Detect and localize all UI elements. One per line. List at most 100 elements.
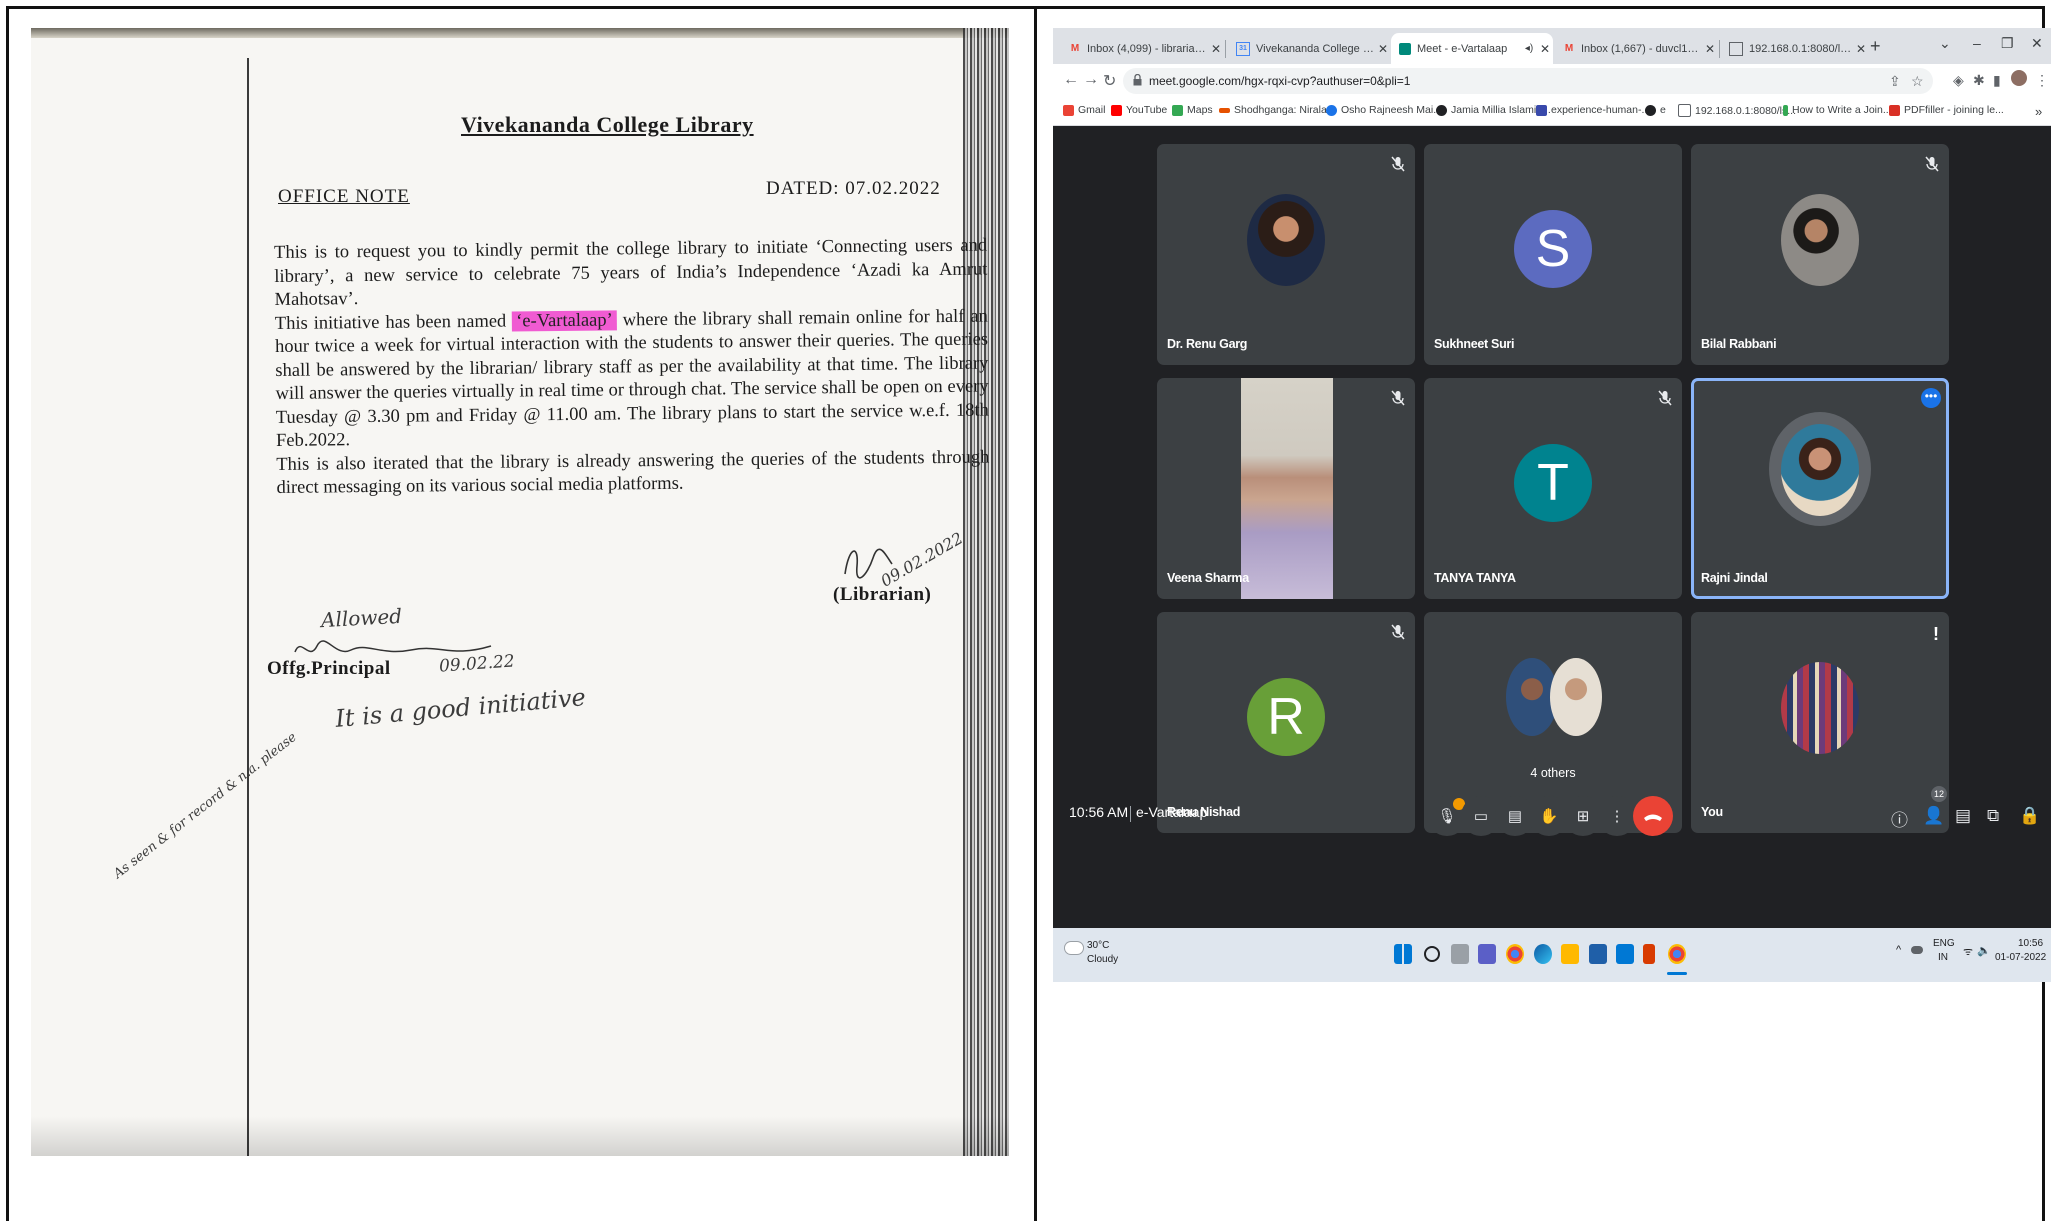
margin-handwritten-note: As seen & for record & n.a. please xyxy=(111,729,300,882)
bookmark-item[interactable]: Gmail xyxy=(1063,104,1105,116)
bookmark-item[interactable]: Jamia Millia Islamia... xyxy=(1436,104,1551,116)
osho-icon xyxy=(1326,104,1337,116)
weather-description: Cloudy xyxy=(1087,954,1119,965)
info-icon[interactable]: ⓘ xyxy=(1891,806,1908,831)
participant-video xyxy=(1241,378,1333,599)
bookmark-label: YouTube xyxy=(1126,104,1168,116)
office-icon[interactable] xyxy=(1643,944,1655,964)
participant-tile[interactable]: S Sukhneet Suri xyxy=(1424,144,1682,365)
onedrive-icon[interactable] xyxy=(1911,946,1923,954)
participant-tile[interactable]: Veena Sharma xyxy=(1157,378,1415,599)
minimize-button[interactable]: – xyxy=(1973,35,1981,51)
tab-title: Vivekananda College - Calendar xyxy=(1256,42,1375,55)
participant-tile[interactable]: Dr. Renu Garg xyxy=(1157,144,1415,365)
forward-icon[interactable]: → xyxy=(1083,71,1099,89)
tab-strip: M Inbox (4,099) - librarian@viveka ✕ 31 … xyxy=(1053,28,2051,64)
activities-icon[interactable]: ⧉ xyxy=(1987,806,1999,826)
reload-icon[interactable]: ↻ xyxy=(1103,71,1116,91)
bookmark-label: Osho Rajneesh Mai... xyxy=(1341,104,1442,116)
bookmark-item[interactable]: 192.168.0.1:8080/ls... xyxy=(1678,104,1796,117)
more-options-button[interactable]: ⋮ xyxy=(1597,796,1637,836)
audio-playing-icon[interactable]: ◂) xyxy=(1521,43,1537,54)
calendar-icon: 31 xyxy=(1236,41,1250,56)
panel-divider xyxy=(1034,6,1037,1221)
more-options-icon[interactable]: ••• xyxy=(1921,388,1941,408)
edge-icon[interactable] xyxy=(1534,944,1552,964)
mail-icon[interactable] xyxy=(1616,944,1634,964)
participant-initial: T xyxy=(1514,444,1592,522)
tray-overflow-icon[interactable]: ^ xyxy=(1896,944,1901,956)
menu-icon[interactable]: ⋮ xyxy=(2035,72,2049,89)
principal-label: Offg.Principal xyxy=(267,658,391,679)
bookmark-label: Maps xyxy=(1187,104,1213,116)
chat-icon[interactable]: ▤ xyxy=(1955,806,1971,826)
wifi-icon[interactable]: ᯤ xyxy=(1963,944,1973,959)
extension-icon[interactable]: ◈ xyxy=(1953,72,1964,89)
share-icon[interactable]: ⇪ xyxy=(1889,73,1901,90)
bookmark-item[interactable]: experience-human-... xyxy=(1536,104,1650,116)
profile-avatar[interactable] xyxy=(2011,70,2027,86)
bookmark-label: Shodhganga: Nirala... xyxy=(1234,104,1336,116)
people-icon[interactable]: 👤 xyxy=(1923,806,1944,826)
puzzle-icon[interactable]: ✱ xyxy=(1973,72,1985,89)
bookmark-label: Gmail xyxy=(1078,104,1106,116)
task-view-icon[interactable] xyxy=(1451,944,1469,964)
search-icon[interactable] xyxy=(1424,946,1440,962)
tab-lsease[interactable]: 192.168.0.1:8080/lsease/logout ✕ xyxy=(1721,33,1869,64)
note-title: Vivekananda College Library xyxy=(461,112,754,137)
address-bar[interactable]: meet.google.com/hgx-rqxi-cvp?authuser=0&… xyxy=(1123,68,1933,94)
participant-tile[interactable]: Bilal Rabbani xyxy=(1691,144,1949,365)
more-bookmarks-icon[interactable]: » xyxy=(2035,104,2042,119)
clock-date[interactable]: 01-07-2022 xyxy=(1995,952,2046,963)
teams-icon[interactable] xyxy=(1478,944,1496,964)
bookmark-item[interactable]: YouTube xyxy=(1111,104,1167,116)
close-icon[interactable]: ✕ xyxy=(1537,42,1553,56)
participant-tile[interactable]: T TANYA TANYA xyxy=(1424,378,1682,599)
region-indicator: IN xyxy=(1938,952,1948,963)
write-icon xyxy=(1783,104,1788,116)
start-button[interactable] xyxy=(1394,944,1412,964)
bookmark-item[interactable]: PDFfiller - joining le... xyxy=(1889,104,2004,116)
close-icon[interactable]: ✕ xyxy=(1208,42,1224,56)
participant-name: Rajni Jindal xyxy=(1701,571,1768,585)
margin-line xyxy=(247,58,249,1156)
store-icon[interactable] xyxy=(1589,944,1607,964)
windows-taskbar: 30°C Cloudy ^ ENG IN ᯤ 🔈 10:56 01-07-202… xyxy=(1053,928,2051,982)
bookmark-star-icon[interactable]: ☆ xyxy=(1911,73,1924,90)
end-call-button[interactable] xyxy=(1633,796,1673,836)
tab-title: 192.168.0.1:8080/lsease/logout xyxy=(1749,42,1853,55)
back-icon[interactable]: ← xyxy=(1063,71,1079,89)
bookmark-item[interactable]: How to Write a Join... xyxy=(1783,104,1892,116)
clock-time[interactable]: 10:56 xyxy=(2018,938,2043,949)
tab-gmail-duvcl[interactable]: M Inbox (1,667) - duvcl13@gmail ✕ xyxy=(1555,33,1718,64)
host-controls-icon[interactable]: 🔒 xyxy=(2019,806,2040,826)
volume-icon[interactable]: 🔈 xyxy=(1977,944,1991,957)
browser-toolbar: ← → ↻ meet.google.com/hgx-rqxi-cvp?authu… xyxy=(1053,64,2051,97)
tab-search-icon[interactable]: ⌄ xyxy=(1939,35,1951,52)
file-explorer-icon[interactable] xyxy=(1561,944,1579,964)
participant-name: Dr. Renu Garg xyxy=(1167,337,1248,351)
chrome-active-icon[interactable] xyxy=(1668,944,1686,964)
tab-calendar[interactable]: 31 Vivekananda College - Calendar ✕ xyxy=(1228,33,1391,64)
chrome-icon[interactable] xyxy=(1506,944,1524,964)
tab-meet[interactable]: Meet - e-Vartalaap ◂) ✕ xyxy=(1391,33,1553,64)
close-icon[interactable]: ✕ xyxy=(1702,42,1718,56)
restore-button[interactable]: ❐ xyxy=(2001,35,2014,52)
new-tab-button[interactable]: + xyxy=(1870,36,1881,57)
close-icon[interactable]: ✕ xyxy=(1375,42,1391,56)
language-indicator[interactable]: ENG xyxy=(1933,938,1955,949)
participant-tile-active-speaker[interactable]: ••• Rajni Jindal xyxy=(1691,378,1949,599)
sidepanel-icon[interactable]: ▮ xyxy=(1993,72,2001,89)
close-icon[interactable]: ✕ xyxy=(1853,42,1869,56)
close-window-button[interactable]: ✕ xyxy=(2031,35,2043,52)
bookmark-item[interactable]: Shodhganga: Nirala... xyxy=(1219,104,1336,116)
alert-icon[interactable]: ! xyxy=(1933,624,1939,645)
participant-photo xyxy=(1247,194,1325,286)
bookmark-item[interactable]: e xyxy=(1645,104,1666,116)
bookmark-item[interactable]: Osho Rajneesh Mai... xyxy=(1326,104,1442,116)
bookmark-item[interactable]: Maps xyxy=(1172,104,1213,116)
handwritten-allowed: Allowed xyxy=(320,603,403,633)
bookmark-label: experience-human-... xyxy=(1551,104,1651,116)
tab-gmail-librarian[interactable]: M Inbox (4,099) - librarian@viveka ✕ xyxy=(1061,33,1224,64)
gmail-icon: M xyxy=(1070,43,1080,54)
